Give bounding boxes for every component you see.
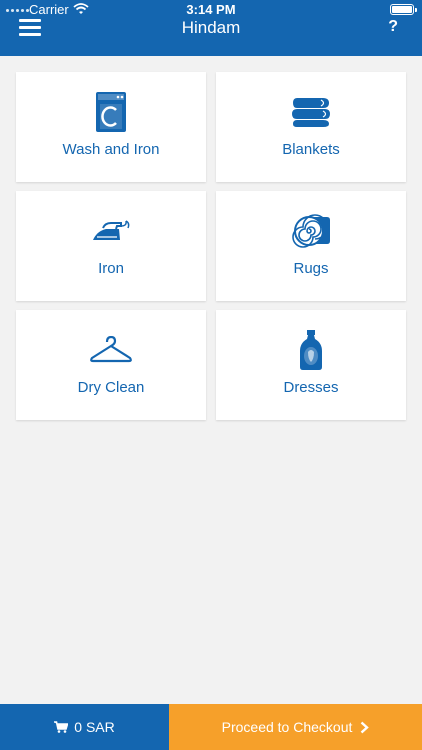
service-label: Dry Clean xyxy=(77,379,145,396)
services-grid: Wash and Iron Blankets Iron Rugs Dry Cle… xyxy=(16,72,406,420)
service-tile-dry-clean[interactable]: Dry Clean xyxy=(16,310,206,420)
bottom-bar: 0 SAR Proceed to Checkout xyxy=(0,704,422,750)
service-label: Rugs xyxy=(293,260,329,277)
hanger-icon xyxy=(90,336,132,363)
chevron-right-icon xyxy=(361,721,370,733)
service-tile-blankets[interactable]: Blankets xyxy=(216,72,406,182)
proceed-to-checkout-button[interactable]: Proceed to Checkout xyxy=(169,704,422,750)
cart-total: 0 SAR xyxy=(74,719,115,735)
service-tile-dresses[interactable]: Dresses xyxy=(216,310,406,420)
folded-blankets-icon xyxy=(292,98,330,127)
service-tile-rugs[interactable]: Rugs xyxy=(216,191,406,301)
service-tile-wash-and-iron[interactable]: Wash and Iron xyxy=(16,72,206,182)
service-label: Blankets xyxy=(282,141,340,158)
service-label: Iron xyxy=(98,260,124,277)
battery-icon xyxy=(390,4,417,15)
iron-icon xyxy=(93,220,130,240)
service-tile-iron[interactable]: Iron xyxy=(16,191,206,301)
page-title: Hindam xyxy=(181,18,241,37)
detergent-bottle-icon xyxy=(300,330,322,370)
cart-button[interactable]: 0 SAR xyxy=(0,704,169,750)
cart-icon xyxy=(54,721,69,733)
app-header: Carrier 3:14 PM Hindam ? xyxy=(0,0,422,56)
service-label: Wash and Iron xyxy=(62,141,160,158)
rolled-rug-icon xyxy=(292,214,330,248)
help-button[interactable]: ? xyxy=(388,18,398,36)
washing-machine-icon xyxy=(96,92,126,132)
status-bar: Carrier 3:14 PM xyxy=(0,0,422,20)
status-time: 3:14 PM xyxy=(186,2,236,17)
service-label: Dresses xyxy=(283,379,339,396)
checkout-label: Proceed to Checkout xyxy=(221,719,353,735)
